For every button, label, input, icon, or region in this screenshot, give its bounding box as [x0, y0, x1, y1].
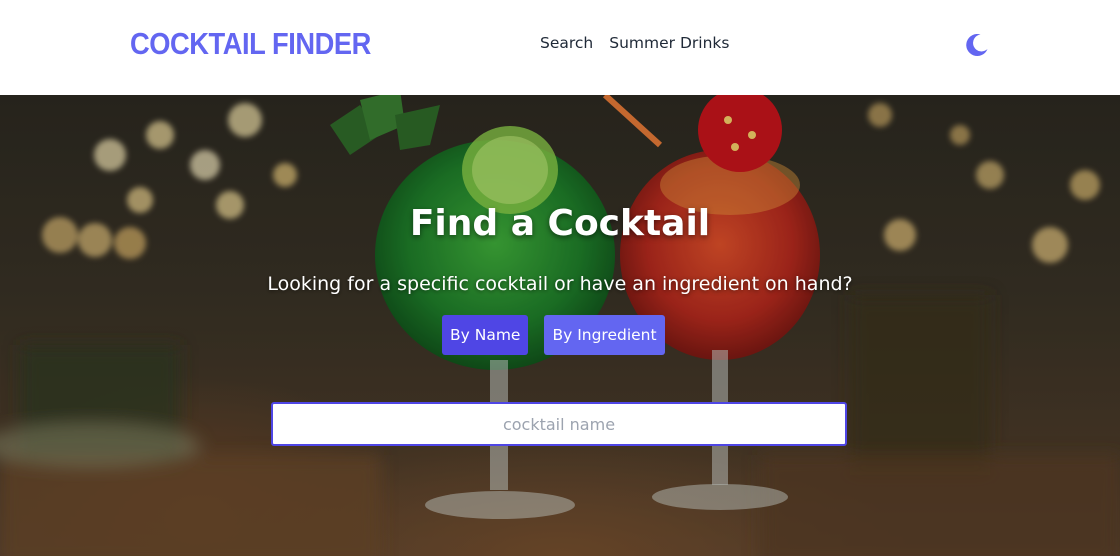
hero-title: Find a Cocktail — [409, 203, 711, 244]
logo[interactable]: COCKTAIL FINDER — [130, 26, 371, 62]
nav-link-summer-drinks[interactable]: Summer Drinks — [609, 34, 729, 52]
moon-icon — [966, 34, 988, 57]
by-ingredient-button[interactable]: By Ingredient — [544, 315, 665, 355]
by-name-button[interactable]: By Name — [442, 315, 529, 355]
theme-toggle-button[interactable] — [962, 30, 992, 60]
hero-section: Find a Cocktail Looking for a specific c… — [0, 95, 1120, 556]
hero-subtitle: Looking for a specific cocktail or have … — [267, 273, 853, 295]
nav-links: Search Summer Drinks — [540, 34, 729, 52]
navbar: COCKTAIL FINDER Search Summer Drinks — [0, 0, 1120, 95]
search-mode-buttons: By Name By Ingredient — [442, 315, 665, 355]
nav-link-search[interactable]: Search — [540, 34, 593, 52]
cocktail-search-input[interactable] — [271, 402, 847, 446]
